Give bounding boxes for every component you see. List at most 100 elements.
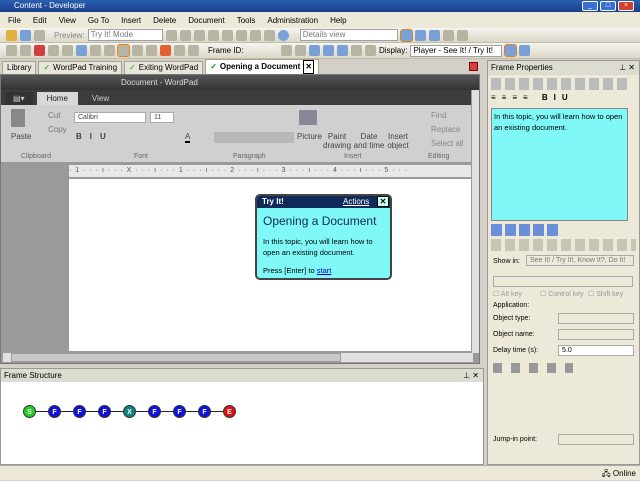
cut-button[interactable]: Cut	[48, 111, 60, 120]
frame-node[interactable]: F	[98, 405, 111, 418]
vertical-scrollbar[interactable]	[472, 90, 479, 353]
bubble2-icon[interactable]	[519, 45, 531, 56]
menu-goto[interactable]: Go To	[88, 16, 109, 25]
alignment-buttons[interactable]	[214, 132, 294, 143]
horizontal-scrollbar[interactable]	[3, 353, 473, 362]
undo-icon[interactable]	[221, 29, 233, 41]
tab-library[interactable]: Library	[2, 61, 37, 74]
frame-text-editor[interactable]: In this topic, you will learn how to ope…	[491, 108, 628, 221]
replace-button[interactable]: Replace	[431, 125, 460, 134]
frame-node[interactable]: S	[23, 405, 36, 418]
menu-tools[interactable]: Tools	[237, 16, 256, 25]
menu-edit[interactable]: Edit	[33, 16, 47, 25]
shift-key-checkbox[interactable]: ☐ Shift key	[588, 290, 623, 298]
alt-key-checkbox[interactable]: ☐ Alt key	[493, 290, 522, 298]
frame-node[interactable]: F	[48, 405, 61, 418]
frame-node[interactable]: X	[123, 405, 136, 418]
save-icon[interactable]	[20, 29, 31, 41]
open-icon[interactable]	[6, 29, 17, 41]
layout2-icon[interactable]	[414, 29, 426, 41]
app-menu-button[interactable]: ▤▾	[5, 92, 33, 105]
region-toolbar[interactable]	[493, 363, 573, 373]
datetime-button[interactable]: Date and time	[353, 132, 385, 150]
pin-close-icons[interactable]: ⊥ ✕	[463, 369, 479, 382]
object-type-select[interactable]	[558, 313, 634, 324]
branch-icon[interactable]	[62, 45, 73, 56]
close-tab-icon[interactable]: ✕	[303, 60, 315, 74]
frame-node[interactable]: E	[223, 405, 236, 418]
copy-icon[interactable]	[179, 29, 191, 41]
screen3-icon[interactable]	[146, 45, 157, 56]
format-toolbar[interactable]: ≡≡≡≡ BIU	[491, 93, 631, 105]
menu-document[interactable]: Document	[188, 16, 224, 25]
show-in-select[interactable]: See It! / Try It!, Know It?, Do It!	[526, 255, 634, 266]
menu-file[interactable]: File	[8, 16, 21, 25]
next-frame-icon[interactable]	[309, 45, 320, 56]
start-link[interactable]: start	[317, 266, 332, 275]
ribbon-tab-home[interactable]: Home	[36, 92, 78, 105]
tab-wordpad-training[interactable]: ✓ WordPad Training	[38, 61, 123, 74]
cut-icon[interactable]	[165, 29, 177, 41]
menu-administration[interactable]: Administration	[267, 16, 318, 25]
doc2-icon[interactable]	[174, 45, 185, 56]
layout-icon[interactable]	[399, 28, 413, 42]
jump-in-field[interactable]	[558, 434, 634, 445]
menu-view[interactable]: View	[59, 16, 76, 25]
frame-node[interactable]: F	[148, 405, 161, 418]
find-icon[interactable]	[249, 29, 261, 41]
paste-button[interactable]: Paste	[11, 132, 31, 141]
refresh-icon[interactable]	[456, 29, 468, 41]
record-icon[interactable]	[6, 45, 17, 56]
maximize-button[interactable]: □	[600, 1, 616, 11]
zoom-icon[interactable]	[20, 45, 31, 56]
control-key-checkbox[interactable]: ☐ Control key	[540, 290, 584, 298]
find-button[interactable]: Find	[431, 111, 447, 120]
picture-button[interactable]: Picture	[297, 132, 322, 141]
preview-mode-select[interactable]: Try It! Mode	[87, 29, 163, 41]
minimize-button[interactable]: _	[582, 1, 598, 11]
print-icon[interactable]	[34, 29, 45, 41]
delete-icon[interactable]	[207, 29, 219, 41]
font-select[interactable]: Calibri	[74, 112, 146, 123]
screen-icon[interactable]	[117, 44, 130, 57]
spell-icon[interactable]	[263, 29, 275, 41]
paste-icon[interactable]	[193, 29, 205, 41]
doc3-icon[interactable]	[188, 45, 199, 56]
prev-frame-icon[interactable]	[295, 45, 306, 56]
action-toolbar[interactable]	[491, 239, 636, 251]
bubble-close-icon[interactable]: ✕	[377, 196, 389, 207]
doc-icon[interactable]	[160, 45, 171, 56]
screen2-icon[interactable]	[132, 45, 143, 56]
display-select[interactable]: Player - See It! / Try It!	[410, 44, 503, 57]
help-icon[interactable]	[277, 29, 289, 41]
size-select[interactable]: 11	[150, 112, 174, 123]
add-frame-icon[interactable]	[34, 45, 45, 56]
remove-frame-icon[interactable]	[48, 45, 59, 56]
tab-opening-a-document[interactable]: ✓ Opening a Document ✕	[205, 59, 320, 74]
close-all-tabs-icon[interactable]	[469, 62, 478, 71]
delay-time-select[interactable]: 5.0	[558, 345, 634, 356]
properties-icon[interactable]	[442, 29, 454, 41]
view-select[interactable]: Details view	[299, 29, 398, 41]
object-name-field[interactable]	[558, 329, 634, 340]
select-all-button[interactable]: Select all	[431, 139, 463, 148]
bubble-icon[interactable]	[504, 44, 518, 57]
text-color-icon[interactable]: A	[185, 132, 191, 143]
tab-exiting-wordpad[interactable]: ✓ Exiting WordPad	[124, 61, 204, 74]
menu-delete[interactable]: Delete	[153, 16, 176, 25]
last-frame-icon[interactable]	[323, 45, 334, 56]
edit-toolbar[interactable]	[491, 78, 631, 90]
actions-link[interactable]: Actions	[343, 196, 369, 208]
frame-node[interactable]: F	[198, 405, 211, 418]
ribbon-tab-view[interactable]: View	[82, 92, 119, 105]
property-tabs[interactable]	[491, 224, 561, 236]
format-buttons[interactable]: BIU	[76, 132, 114, 141]
close-button[interactable]: ×	[618, 1, 634, 11]
paint-button[interactable]: Paint drawing	[323, 132, 351, 150]
connect-icon[interactable]	[76, 45, 87, 56]
key-select[interactable]	[493, 276, 633, 287]
menu-insert[interactable]: Insert	[121, 16, 141, 25]
edit-icon[interactable]	[104, 45, 115, 56]
insert-object-button[interactable]: Insert object	[386, 132, 410, 150]
frame-node[interactable]: F	[173, 405, 186, 418]
